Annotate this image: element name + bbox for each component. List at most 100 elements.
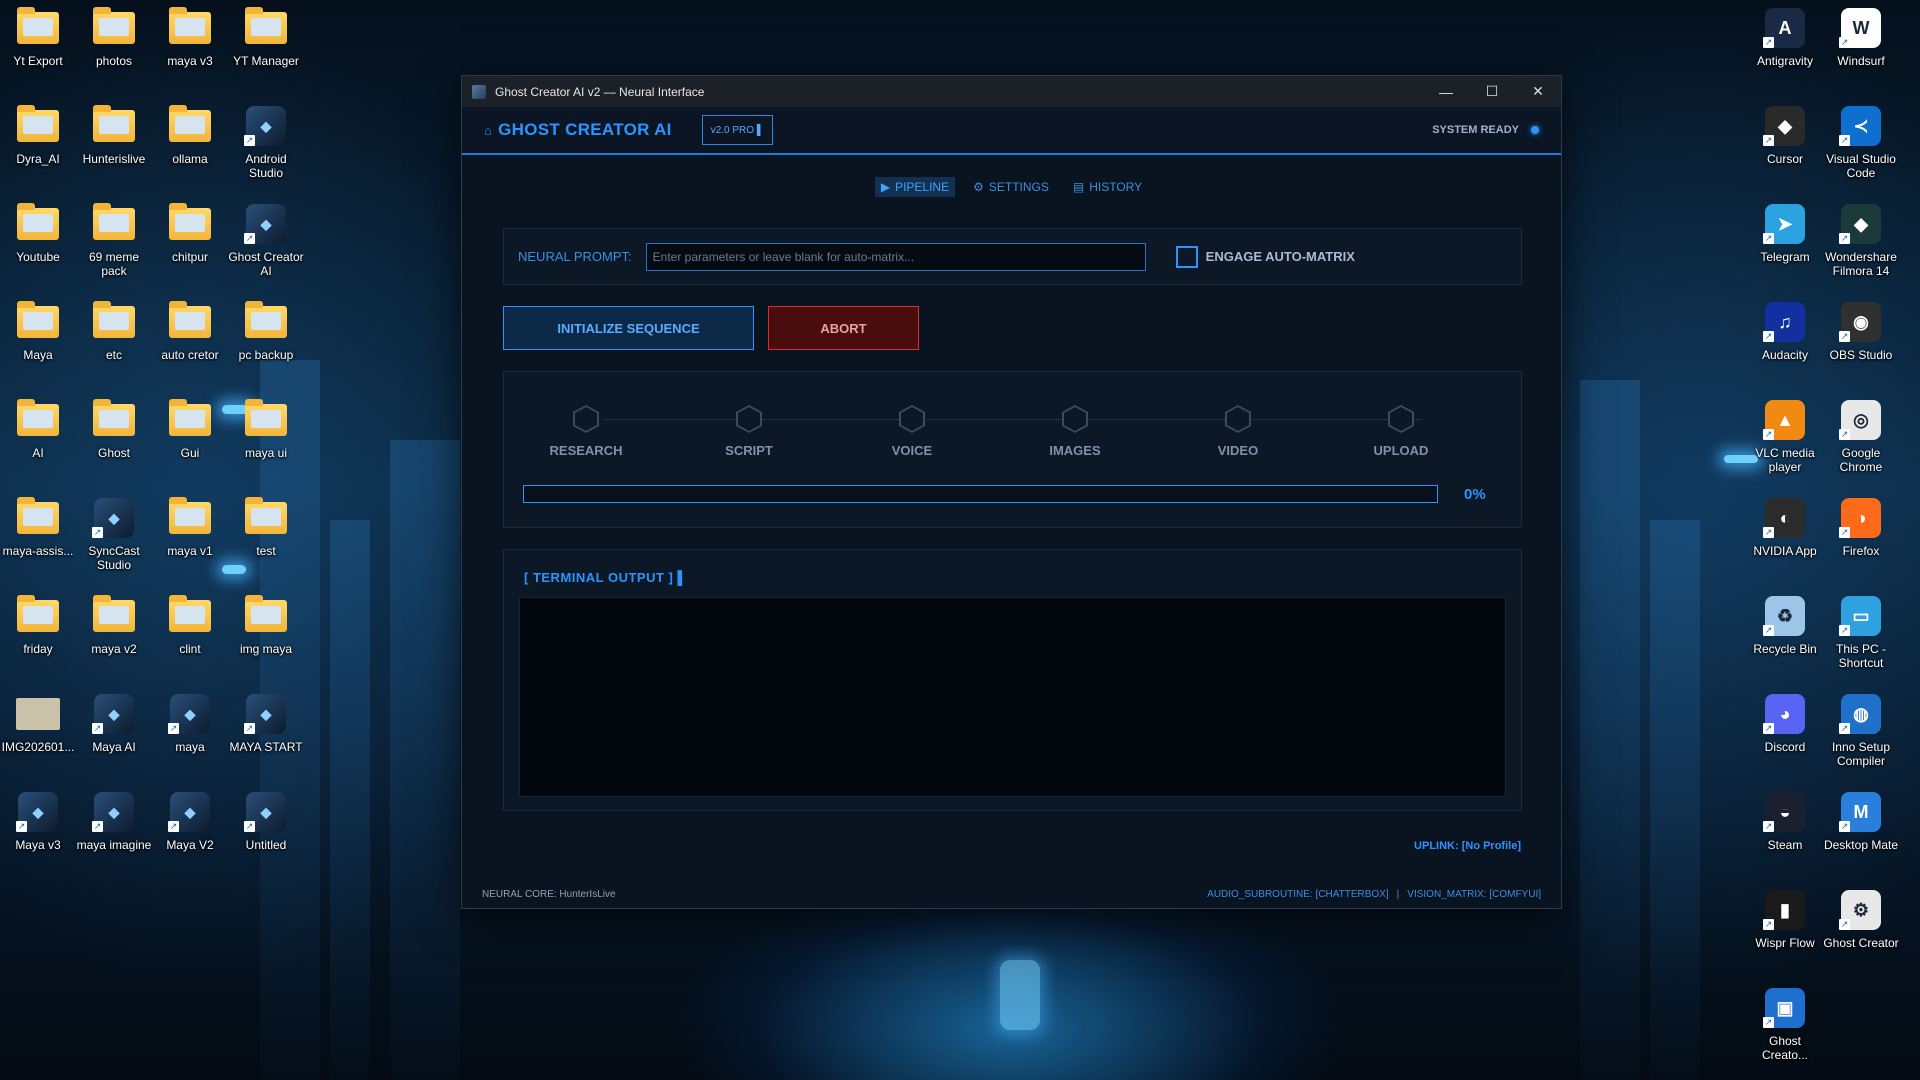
window-controls: — ☐ ✕ <box>1423 76 1561 107</box>
terminal-output[interactable] <box>519 597 1506 797</box>
desktop-icon[interactable]: img maya <box>228 595 304 656</box>
history-icon: ▤ <box>1072 180 1085 194</box>
desktop-icon[interactable]: W ↗ Windsurf <box>1823 8 1899 68</box>
terminal-panel: [ TERMINAL OUTPUT ] ▌ <box>503 549 1522 811</box>
desktop-icon[interactable]: ◉ ↗ OBS Studio <box>1823 302 1899 362</box>
ghost-icon: ⌂ <box>484 122 493 138</box>
desktop-icon[interactable]: ◆ ↗ maya <box>152 694 228 754</box>
desktop-icon[interactable]: ◎ ↗ Google Chrome <box>1823 400 1899 474</box>
desktop-icon-label: NVIDIA App <box>1753 544 1817 558</box>
desktop-icon-label: Android Studio <box>245 152 287 180</box>
desktop-icon[interactable]: clint <box>152 595 228 656</box>
desktop-icon[interactable]: ◆ ↗ maya imagine <box>76 792 152 852</box>
minimize-button[interactable]: — <box>1423 76 1469 107</box>
desktop-icon[interactable]: ◆ ↗ Wondershare Filmora 14 <box>1823 204 1899 278</box>
desktop-icon[interactable]: IMG202601... <box>0 694 76 754</box>
tab-pipeline[interactable]: ▶ PIPELINE <box>874 177 956 197</box>
desktop-icon[interactable]: Hunterislive <box>76 105 152 166</box>
desktop-icon[interactable]: Ghost <box>76 399 152 460</box>
neural-prompt-input[interactable] <box>645 242 1146 271</box>
desktop-icon[interactable]: ▣ ↗ Ghost Creato... <box>1747 988 1823 1062</box>
desktop-icon[interactable]: test <box>228 497 304 558</box>
desktop-icon[interactable]: ▮ ↗ Wispr Flow <box>1747 890 1823 950</box>
desktop-icon[interactable]: chitpur <box>152 203 228 264</box>
desktop-icon[interactable]: ◑ ↗ Firefox <box>1823 498 1899 558</box>
desktop-icon[interactable]: ◕ ↗ Discord <box>1747 694 1823 754</box>
app-shortcut-icon: ▲ ↗ <box>1763 400 1807 440</box>
desktop-icon[interactable]: ◆ ↗ Untitled <box>228 792 304 852</box>
auto-matrix-toggle[interactable]: ENGAGE AUTO-MATRIX <box>1175 245 1355 268</box>
desktop-icon[interactable]: ◒ ↗ Steam <box>1747 792 1823 852</box>
desktop-icon[interactable]: Dyra_AI <box>0 105 76 166</box>
desktop-icon[interactable]: Gui <box>152 399 228 460</box>
initialize-sequence-button[interactable]: INITIALIZE SEQUENCE <box>503 306 754 350</box>
desktop-icon[interactable]: ◆ ↗ Maya v3 <box>0 792 76 852</box>
window-titlebar[interactable]: Ghost Creator AI v2 — Neural Interface —… <box>462 76 1561 107</box>
desktop-icon-label: Maya <box>23 348 53 362</box>
desktop-icon[interactable]: ollama <box>152 105 228 166</box>
desktop-icon[interactable]: ▭ ↗ This PC - Shortcut <box>1823 596 1899 670</box>
system-status-label: SYSTEM READY <box>1432 124 1519 136</box>
desktop-icon[interactable]: maya-assis... <box>0 497 76 558</box>
desktop-icon[interactable]: photos <box>76 7 152 68</box>
desktop-icon[interactable]: A ↗ Antigravity <box>1747 8 1823 68</box>
maximize-button[interactable]: ☐ <box>1469 76 1515 107</box>
desktop-icon[interactable]: ▲ ↗ VLC media player <box>1747 400 1823 474</box>
desktop-icon-label: Steam <box>1767 838 1803 852</box>
desktop-icon-label: Telegram <box>1760 250 1810 264</box>
desktop-icon[interactable]: maya ui <box>228 399 304 460</box>
desktop-icon[interactable]: ◍ ↗ Inno Setup Compiler <box>1823 694 1899 768</box>
tab-label: HISTORY <box>1089 180 1143 194</box>
desktop-icon[interactable]: ◐ ↗ NVIDIA App <box>1747 498 1823 558</box>
desktop-icon[interactable]: ♻ ↗ Recycle Bin <box>1747 596 1823 656</box>
desktop-icon[interactable]: ≺ ↗ Visual Studio Code <box>1823 106 1899 180</box>
desktop-icon[interactable]: ⚙ ↗ Ghost Creator <box>1823 890 1899 950</box>
app-icon <box>472 84 486 99</box>
desktop-icon[interactable]: ◆ ↗ Android Studio <box>228 106 304 180</box>
desktop-icon-label: Ghost <box>97 446 130 460</box>
desktop-icon[interactable]: maya v1 <box>152 497 228 558</box>
desktop-icon-label: Hunterislive <box>82 152 146 166</box>
desktop-icon[interactable]: maya v3 <box>152 7 228 68</box>
desktop-icon[interactable]: auto cretor <box>152 301 228 362</box>
desktop-icon[interactable]: ◆ ↗ Maya V2 <box>152 792 228 852</box>
abort-button[interactable]: ABORT <box>768 306 919 350</box>
desktop-icon[interactable]: 69 meme pack <box>76 203 152 278</box>
desktop-icon[interactable]: M ↗ Desktop Mate <box>1823 792 1899 852</box>
desktop-icon[interactable]: Yt Export <box>0 7 76 68</box>
tab-settings[interactable]: ⚙ SETTINGS <box>967 177 1055 197</box>
desktop-icon[interactable]: YT Manager <box>228 7 304 68</box>
status-dot-icon <box>1531 126 1539 134</box>
desktop-icon-label: Untitled <box>245 838 287 852</box>
desktop-icon[interactable]: maya v2 <box>76 595 152 656</box>
desktop-icon[interactable]: Maya <box>0 301 76 362</box>
desktop-icon[interactable]: ◆ ↗ Maya AI <box>76 694 152 754</box>
desktop-icon[interactable]: etc <box>76 301 152 362</box>
desktop-icon[interactable]: ♫ ↗ Audacity <box>1747 302 1823 362</box>
desktop-icon[interactable]: friday <box>0 595 76 656</box>
desktop-icon[interactable]: ◆ ↗ MAYA START <box>228 694 304 754</box>
desktop-icon[interactable]: ➤ ↗ Telegram <box>1747 204 1823 264</box>
desktop-icon[interactable]: ◆ ↗ Ghost Creator AI <box>228 204 304 278</box>
folder-icon <box>168 595 212 636</box>
auto-matrix-checkbox[interactable] <box>1175 245 1198 268</box>
progress-percent: 0% <box>1464 486 1486 503</box>
desktop-icon-label: 69 meme pack <box>88 250 140 278</box>
desktop-icon-label: Windsurf <box>1837 54 1885 68</box>
audio-subroutine-status: AUDIO_SUBROUTINE: [CHATTERBOX] <box>1207 889 1389 900</box>
uplink-status: UPLINK: [No Profile] <box>1414 840 1521 852</box>
desktop-icon[interactable]: AI <box>0 399 76 460</box>
desktop-icon-label: Gui <box>180 446 200 460</box>
desktop-icon[interactable]: Youtube <box>0 203 76 264</box>
desktop-icon-label: maya imagine <box>76 838 152 852</box>
folder-icon <box>168 203 212 244</box>
folder-icon <box>16 595 60 636</box>
subsystem-status: AUDIO_SUBROUTINE: [CHATTERBOX] | VISION_… <box>1207 889 1541 900</box>
desktop-icon[interactable]: ◆ ↗ SyncCast Studio <box>76 498 152 572</box>
tab-history[interactable]: ▤ HISTORY <box>1067 177 1148 197</box>
desktop-icon[interactable]: pc backup <box>228 301 304 362</box>
desktop-icon[interactable]: ◆ ↗ Cursor <box>1747 106 1823 166</box>
step-research: RESEARCH <box>526 405 646 458</box>
brand-name: GHOST CREATOR AI <box>498 120 672 139</box>
close-button[interactable]: ✕ <box>1515 76 1561 107</box>
